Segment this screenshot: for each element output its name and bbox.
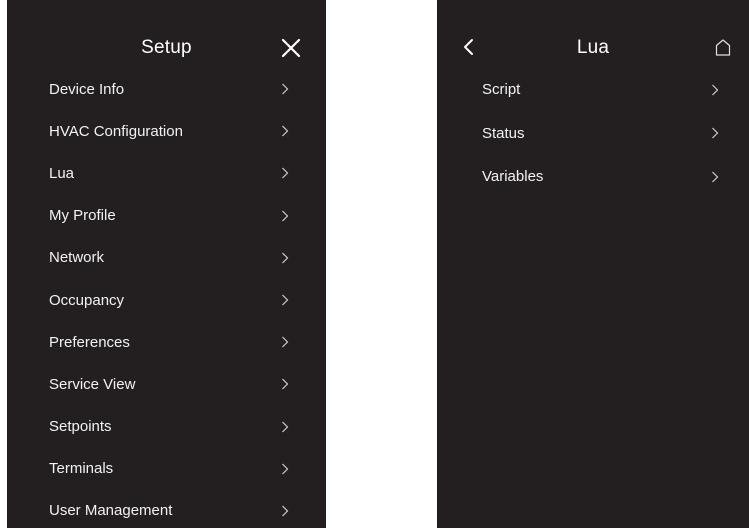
menu-item-label: Terminals [49, 460, 114, 478]
menu-item-user-management[interactable]: User Management [7, 490, 326, 532]
menu-item-label: Occupancy [49, 291, 125, 309]
menu-item-variables[interactable]: Variables [437, 155, 749, 199]
menu-item-status[interactable]: Status [437, 112, 749, 156]
chevron-right-icon [282, 421, 289, 433]
chevron-right-icon [282, 463, 289, 475]
menu-item-label: Device Info [49, 80, 125, 98]
chevron-right-icon [712, 171, 719, 183]
home-button[interactable] [713, 37, 733, 57]
menu-item-label: HVAC Configuration [49, 122, 183, 140]
menu-item-lua[interactable]: Lua [7, 152, 326, 194]
menu-item-device-info[interactable]: Device Info [7, 68, 326, 110]
menu-item-label: Network [49, 249, 105, 267]
menu-item-label: Variables [482, 168, 544, 186]
menu-item-label: My Profile [49, 207, 116, 225]
menu-item-terminals[interactable]: Terminals [7, 448, 326, 490]
setup-menu: Device Info HVAC Configuration Lua My Pr… [7, 68, 326, 532]
close-button[interactable] [280, 37, 302, 59]
menu-item-setpoints[interactable]: Setpoints [7, 406, 326, 448]
chevron-right-icon [282, 252, 289, 264]
menu-item-preferences[interactable]: Preferences [7, 321, 326, 363]
chevron-right-icon [282, 125, 289, 137]
menu-item-my-profile[interactable]: My Profile [7, 195, 326, 237]
menu-item-label: Script [482, 81, 521, 99]
menu-item-label: Preferences [49, 333, 130, 351]
setup-panel: Setup Device Info HVAC Configuration Lua… [7, 0, 326, 528]
chevron-right-icon [712, 127, 719, 139]
chevron-right-icon [282, 505, 289, 517]
chevron-right-icon [282, 168, 289, 179]
menu-item-label: Lua [49, 164, 75, 182]
menu-item-occupancy[interactable]: Occupancy [7, 279, 326, 321]
menu-item-label: Status [482, 124, 525, 142]
lua-menu: Script Status Variables [437, 68, 749, 199]
chevron-right-icon [282, 210, 289, 222]
chevron-right-icon [282, 83, 289, 95]
chevron-right-icon [712, 84, 719, 96]
menu-item-label: Setpoints [49, 418, 112, 436]
menu-item-network[interactable]: Network [7, 237, 326, 279]
menu-item-hvac-configuration[interactable]: HVAC Configuration [7, 110, 326, 152]
page-title: Setup [141, 37, 192, 58]
menu-item-script[interactable]: Script [437, 68, 749, 112]
home-icon [715, 39, 731, 56]
close-icon [281, 38, 301, 58]
chevron-right-icon [282, 378, 289, 390]
lua-panel: Lua Script Status Variables [437, 0, 749, 528]
menu-item-label: Service View [49, 375, 136, 393]
chevron-right-icon [282, 336, 289, 348]
menu-item-label: User Management [49, 502, 173, 520]
chevron-right-icon [282, 294, 289, 306]
menu-item-service-view[interactable]: Service View [7, 363, 326, 405]
page-title: Lua [576, 37, 610, 58]
